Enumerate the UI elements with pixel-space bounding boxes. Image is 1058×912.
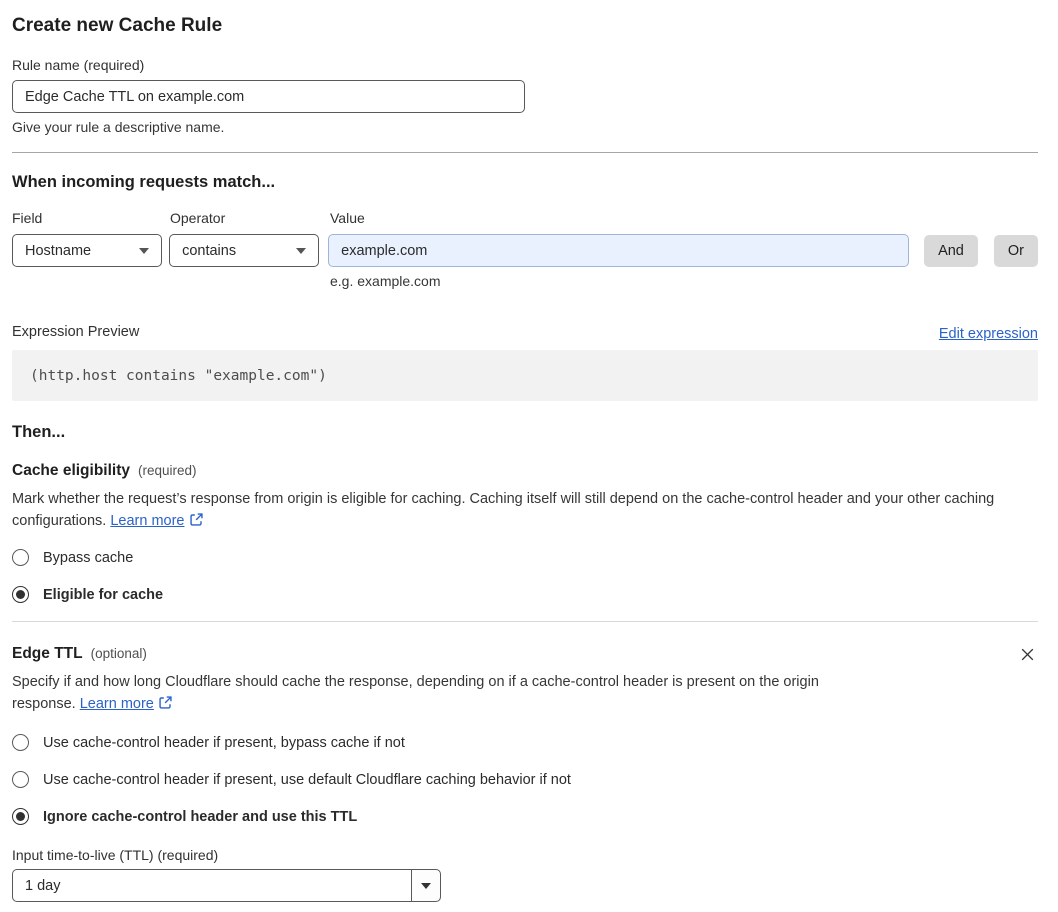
radio-icon[interactable] xyxy=(12,734,29,751)
match-heading: When incoming requests match... xyxy=(12,173,276,191)
cache-eligibility-learn-more-link[interactable]: Learn more xyxy=(110,513,184,529)
cache-eligibility-heading: Cache eligibility xyxy=(12,462,131,479)
radio-label: Eligible for cache xyxy=(43,586,164,603)
edge-ttl-heading: Edge TTL xyxy=(12,645,83,662)
operator-select[interactable]: contains xyxy=(169,234,320,267)
radio-label: Ignore cache-control header and use this… xyxy=(43,808,358,825)
close-edge-ttl-button[interactable] xyxy=(1017,644,1038,665)
expression-code-block: (http.host contains "example.com") xyxy=(12,350,1038,401)
expression-code: (http.host contains "example.com") xyxy=(30,367,327,384)
operator-column-label: Operator xyxy=(170,210,226,226)
ttl-label: Input time-to-live (TTL) (required) xyxy=(12,847,219,863)
external-link-icon xyxy=(189,512,204,535)
ttl-input[interactable]: 1 day xyxy=(12,869,411,902)
radio-option-bypass-cache[interactable]: Bypass cache xyxy=(12,549,1038,566)
radio-label: Use cache-control header if present, use… xyxy=(43,771,571,788)
then-heading: Then... xyxy=(12,423,66,441)
radio-option-use-header-default[interactable]: Use cache-control header if present, use… xyxy=(12,771,1038,788)
radio-option-eligible-for-cache[interactable]: Eligible for cache xyxy=(12,586,1038,603)
radio-icon[interactable] xyxy=(12,771,29,788)
rule-name-help: Give your rule a descriptive name. xyxy=(12,119,225,135)
radio-label: Use cache-control header if present, byp… xyxy=(43,734,405,751)
rule-name-label: Rule name (required) xyxy=(12,57,145,73)
create-cache-rule-form: Create new Cache Rule Rule name (require… xyxy=(0,0,1058,912)
divider xyxy=(12,152,1038,153)
chevron-down-icon xyxy=(296,247,307,254)
edit-expression-link[interactable]: Edit expression xyxy=(939,326,1038,342)
rule-name-input[interactable]: Edge Cache TTL on example.com xyxy=(12,80,525,113)
page-title: Create new Cache Rule xyxy=(12,15,223,36)
external-link-icon xyxy=(158,695,173,718)
value-column-label: Value xyxy=(330,210,365,226)
divider xyxy=(12,621,1038,622)
radio-option-ignore-header-use-ttl[interactable]: Ignore cache-control header and use this… xyxy=(12,808,1038,825)
operator-select-value: contains xyxy=(182,242,237,259)
radio-icon[interactable] xyxy=(12,549,29,566)
ttl-dropdown-button[interactable] xyxy=(411,869,441,902)
value-input-value: example.com xyxy=(341,242,428,259)
and-button[interactable]: And xyxy=(924,234,978,267)
field-column-label: Field xyxy=(12,210,43,226)
radio-icon-selected[interactable] xyxy=(12,808,29,825)
value-input[interactable]: example.com xyxy=(328,234,910,267)
edge-ttl-qualifier: (optional) xyxy=(90,646,147,661)
radio-label: Bypass cache xyxy=(43,549,134,566)
ttl-combobox[interactable]: 1 day xyxy=(12,869,441,902)
edge-ttl-description: Specify if and how long Cloudflare shoul… xyxy=(12,672,850,717)
chevron-down-icon xyxy=(139,247,150,254)
field-select[interactable]: Hostname xyxy=(12,234,163,267)
radio-option-use-header-bypass[interactable]: Use cache-control header if present, byp… xyxy=(12,734,1038,751)
cache-eligibility-qualifier: (required) xyxy=(138,463,197,478)
edge-ttl-learn-more-link[interactable]: Learn more xyxy=(80,696,154,712)
field-select-value: Hostname xyxy=(25,242,92,259)
radio-icon-selected[interactable] xyxy=(12,586,29,603)
chevron-down-icon xyxy=(421,882,431,889)
or-button[interactable]: Or xyxy=(993,234,1038,267)
ttl-value: 1 day xyxy=(25,877,61,894)
rule-name-value: Edge Cache TTL on example.com xyxy=(25,88,245,105)
cache-eligibility-description: Mark whether the request’s response from… xyxy=(12,489,1038,534)
value-help: e.g. example.com xyxy=(330,273,441,289)
expression-preview-label: Expression Preview xyxy=(12,324,140,340)
